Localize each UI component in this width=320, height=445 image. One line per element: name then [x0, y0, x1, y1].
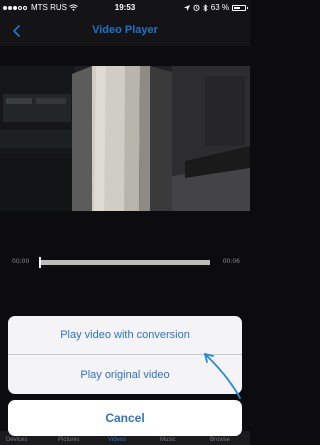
- tab-pictures[interactable]: Pictures: [58, 437, 80, 443]
- seek-thumb[interactable]: [39, 257, 41, 268]
- action-sheet: Play video with conversion Play original…: [8, 316, 242, 394]
- play-original-button[interactable]: Play original video: [8, 356, 242, 394]
- status-right: 63 %: [183, 3, 248, 12]
- divider: [8, 354, 242, 355]
- battery-percent: 63 %: [210, 3, 229, 12]
- elapsed-time: 00:00: [12, 258, 30, 265]
- battery-level-fill: [234, 6, 240, 9]
- chevron-left-icon: [13, 25, 20, 37]
- seek-bar[interactable]: [40, 260, 210, 265]
- video-thumbnail-image: [0, 66, 250, 211]
- duration-time: 00:06: [222, 258, 240, 265]
- navigation-bar: Video Player: [0, 16, 250, 46]
- playback-controls: 00:00 00:06: [0, 256, 250, 270]
- battery-icon: [232, 4, 248, 11]
- video-frame[interactable]: [0, 66, 250, 211]
- tab-devices[interactable]: Devices: [6, 437, 27, 443]
- bluetooth-icon: [202, 3, 208, 12]
- tab-music[interactable]: Music: [160, 437, 176, 443]
- back-button[interactable]: [6, 20, 28, 42]
- page-title: Video Player: [92, 24, 158, 36]
- tab-videos[interactable]: Videos: [108, 437, 126, 443]
- play-with-conversion-button[interactable]: Play video with conversion: [8, 316, 242, 354]
- cancel-button[interactable]: Cancel: [8, 400, 242, 436]
- tab-browse[interactable]: Browse: [210, 437, 230, 443]
- location-arrow-icon: [183, 4, 190, 11]
- alarm-clock-icon: [193, 4, 200, 11]
- status-bar: MTS RUS 19:53 63 %: [0, 0, 250, 16]
